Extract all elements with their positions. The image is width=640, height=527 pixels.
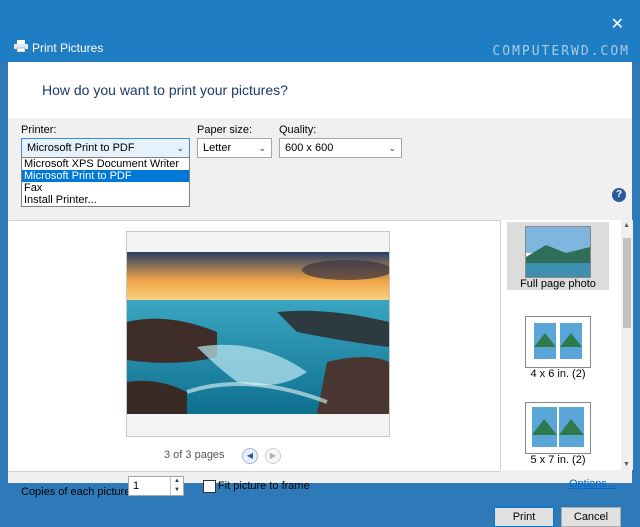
printer-option-selected[interactable]: Microsoft Print to PDF xyxy=(22,170,189,182)
printer-label: Printer: xyxy=(21,124,57,136)
copies-label: Copies of each picture: xyxy=(21,486,134,498)
two-up-thumbnail-icon xyxy=(532,407,584,447)
watermark: COMPUTERWD.COM xyxy=(492,44,630,59)
printer-option[interactable]: Install Printer... xyxy=(22,194,189,206)
dialog-heading: How do you want to print your pictures? xyxy=(42,82,288,98)
paper-size-value: Letter xyxy=(203,142,232,154)
chevron-down-icon: ⌄ xyxy=(388,143,396,153)
print-button[interactable]: Print xyxy=(494,507,554,527)
window-title: Print Pictures xyxy=(32,41,104,55)
paper-size-label: Paper size: xyxy=(197,124,253,136)
previous-page-button[interactable]: ◀ xyxy=(242,448,258,464)
printer-selected-value: Microsoft Print to PDF xyxy=(27,142,135,154)
title-bar: Print Pictures COMPUTERWD.COM ✕ xyxy=(0,0,640,62)
page-count: 3 of 3 pages xyxy=(164,449,225,461)
layout-thumbnail xyxy=(525,316,591,368)
help-icon[interactable]: ? xyxy=(612,188,626,202)
quality-value: 600 x 600 xyxy=(285,142,334,154)
chevron-down-icon: ⌄ xyxy=(176,143,184,153)
layout-item-4x6[interactable]: 4 x 6 in. (2) xyxy=(507,312,609,382)
layout-scrollbar[interactable]: ▲ ▼ xyxy=(621,220,633,470)
layout-item-full-page[interactable]: Full page photo xyxy=(507,222,609,290)
stepper-arrows-icon[interactable]: ▲ ▼ xyxy=(170,477,183,495)
fit-picture-label: Fit picture to frame xyxy=(218,480,310,492)
options-link[interactable]: Options... xyxy=(569,478,616,490)
quality-label: Quality: xyxy=(279,124,317,136)
dialog-header: How do you want to print your pictures? xyxy=(8,62,632,118)
preview-page xyxy=(126,231,390,437)
layout-label: Full page photo xyxy=(520,278,596,290)
copies-stepper[interactable]: 1 ▲ ▼ xyxy=(128,476,184,496)
preview-pane: 3 of 3 pages ◀ ▶ xyxy=(8,220,500,472)
printer-icon xyxy=(14,40,28,52)
printer-option[interactable]: Microsoft XPS Document Writer xyxy=(22,158,189,170)
two-up-thumbnail-icon xyxy=(534,323,582,359)
close-icon[interactable]: ✕ xyxy=(611,14,624,34)
landscape-thumbnail-icon xyxy=(526,227,590,277)
layout-label: 5 x 7 in. (2) xyxy=(530,454,586,466)
cancel-button[interactable]: Cancel xyxy=(561,507,621,527)
printer-select[interactable]: Microsoft Print to PDF ⌄ xyxy=(21,138,190,158)
next-page-button[interactable]: ▶ xyxy=(265,448,281,464)
printer-option[interactable]: Fax xyxy=(22,182,189,194)
layout-thumbnail xyxy=(525,402,591,454)
fit-picture-checkbox[interactable] xyxy=(203,480,216,493)
quality-select[interactable]: 600 x 600 ⌄ xyxy=(279,138,402,158)
paper-size-select[interactable]: Letter ⌄ xyxy=(197,138,272,158)
layout-thumbnail xyxy=(525,226,591,278)
printer-dropdown-list: Microsoft XPS Document Writer Microsoft … xyxy=(21,157,190,207)
layout-item-5x7[interactable]: 5 x 7 in. (2) xyxy=(507,398,609,468)
scroll-down-icon[interactable]: ▼ xyxy=(623,461,630,468)
layout-label: 4 x 6 in. (2) xyxy=(530,368,586,380)
chevron-down-icon: ⌄ xyxy=(258,143,266,153)
copies-value: 1 xyxy=(133,480,140,492)
layout-list: Full page photo 4 x 6 in. (2) 5 x 7 in. … xyxy=(500,220,633,470)
preview-photo xyxy=(127,252,389,414)
scroll-up-icon[interactable]: ▲ xyxy=(623,222,630,229)
scrollbar-thumb[interactable] xyxy=(623,238,631,328)
print-dialog: How do you want to print your pictures? … xyxy=(8,62,633,527)
